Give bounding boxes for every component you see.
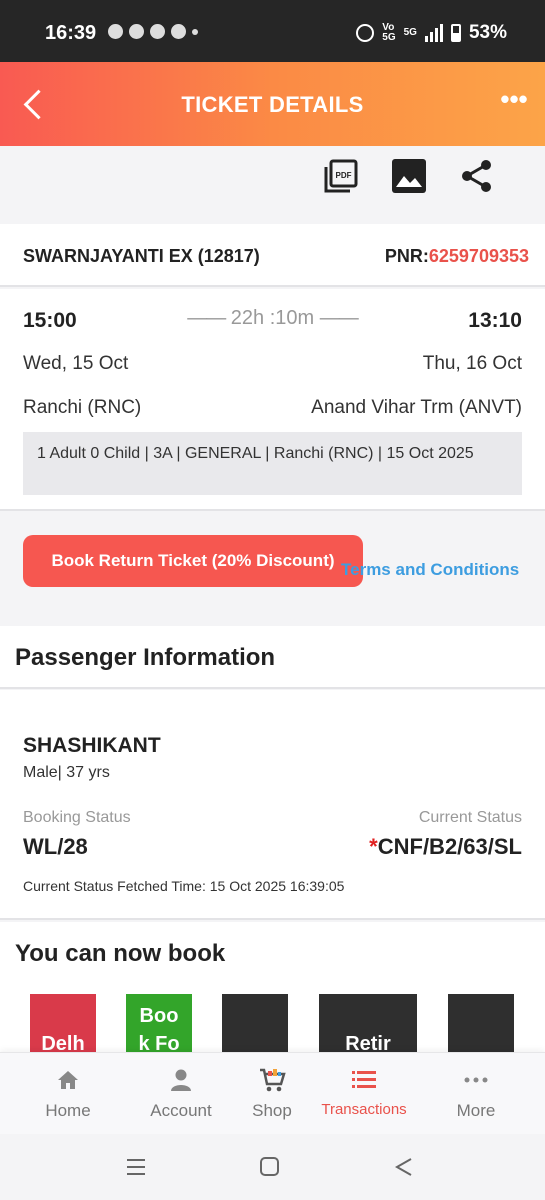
list-icon (309, 1067, 419, 1093)
duration-text: 22h :10m (230, 307, 315, 329)
svg-text:PDF: PDF (336, 171, 352, 180)
share-icon[interactable] (459, 158, 495, 194)
booking-status-value: WL/28 (23, 834, 88, 859)
alarm-icon (356, 24, 375, 42)
train-name: SWARNJAYANTI EX (12817) (23, 246, 260, 266)
tile-label: Retir (345, 1033, 391, 1052)
to-station: Anand Vihar Trm (ANVT) (311, 397, 522, 418)
nav-label: Home (45, 1101, 91, 1120)
home-button-icon[interactable] (259, 1156, 281, 1183)
status-asterisk: * (369, 834, 378, 859)
departure-date: Wed, 15 Oct (23, 353, 129, 374)
more-options-button[interactable]: ••• (497, 84, 531, 118)
passenger-meta: Male| 37 yrs (23, 764, 110, 781)
battery-percent: 53% (468, 22, 507, 43)
network-type: 5G (403, 27, 417, 38)
pnr: PNR:6259709353 (385, 246, 529, 267)
more-notifications-dot (192, 28, 198, 35)
journey-details: 15:00 —— 22h :10m —— 13:10 Wed, 15 Oct T… (0, 289, 545, 511)
volte-indicator: Vo 5G (382, 22, 396, 43)
status-time: 16:39 (45, 22, 97, 44)
book-tile[interactable]: Boo k Fo (126, 994, 192, 1052)
nav-more[interactable]: More (421, 1067, 531, 1121)
pnr-label: PNR: (384, 246, 429, 266)
book-tile[interactable] (448, 994, 514, 1052)
nav-label: More (456, 1101, 496, 1120)
app-icon (150, 24, 165, 39)
home-icon (13, 1067, 123, 1093)
whatsapp-icon (171, 24, 186, 39)
ticket-actions: PDF (0, 146, 545, 224)
system-navigation (0, 1134, 545, 1200)
arrival-date: Thu, 16 Oct (422, 353, 522, 374)
tile-label: Delh (41, 1033, 85, 1052)
status-fetched-time: Current Status Fetched Time: 15 Oct 2025… (23, 878, 345, 894)
book-tile[interactable] (222, 994, 288, 1052)
battery-icon (450, 24, 461, 42)
status-right: Vo 5G 5G 53% (356, 22, 507, 44)
recent-apps-icon[interactable] (125, 1156, 147, 1183)
from-station: Ranchi (RNC) (23, 397, 142, 418)
book-tile[interactable]: Retir (319, 994, 417, 1052)
app-header: TICKET DETAILS ••• (0, 62, 545, 146)
pnr-number: 6259709353 (428, 246, 529, 266)
book-return-ticket-button[interactable]: Book Return Ticket (20% Discount) (23, 535, 363, 587)
arrival-time: 13:10 (468, 309, 522, 332)
book-tile[interactable]: Delh (30, 994, 96, 1052)
image-download-icon[interactable] (391, 158, 427, 194)
passenger-card: SHASHIKANT Male| 37 yrs Booking Status C… (0, 690, 545, 920)
journey-duration: —— 22h :10m —— (187, 307, 359, 329)
nav-transactions[interactable]: Transactions (309, 1067, 419, 1118)
book-more-section: You can now book Delh Boo k Fo Retir (0, 922, 545, 1052)
terms-and-conditions-link[interactable]: Terms and Conditions (341, 560, 519, 580)
bottom-navigation: Home Account Shop Transactions More (0, 1052, 545, 1134)
notification-icons (108, 24, 198, 39)
pdf-download-icon[interactable]: PDF (323, 158, 359, 194)
booking-summary: 1 Adult 0 Child | 3A | GENERAL | Ranchi … (23, 432, 522, 495)
book-tiles: Delh Boo k Fo Retir (0, 994, 545, 1052)
message-icon (129, 24, 144, 39)
nav-home[interactable]: Home (13, 1067, 123, 1121)
passenger-info-header: Passenger Information (0, 626, 545, 689)
status-bar: 16:39 Vo 5G 5G 53% (0, 0, 545, 62)
passenger-name: SHASHIKANT (23, 734, 161, 757)
train-info-row: SWARNJAYANTI EX (12817) PNR:6259709353 (0, 224, 545, 287)
nav-label: Transactions (321, 1101, 407, 1118)
current-status-text: CNF/B2/63/SL (377, 834, 522, 859)
section-title: You can now book (15, 940, 226, 967)
booking-status-label: Booking Status (23, 809, 131, 826)
current-status-value: *CNF/B2/63/SL (369, 834, 522, 860)
section-title: Passenger Information (15, 644, 276, 671)
signal-icon (424, 24, 443, 42)
chat-icon (108, 24, 123, 39)
more-dots-icon (421, 1067, 531, 1093)
back-nav-icon[interactable] (393, 1156, 415, 1183)
return-booking-row: Book Return Ticket (20% Discount) Terms … (0, 512, 545, 610)
page-title: TICKET DETAILS (181, 92, 364, 117)
current-status-label: Current Status (418, 809, 522, 826)
